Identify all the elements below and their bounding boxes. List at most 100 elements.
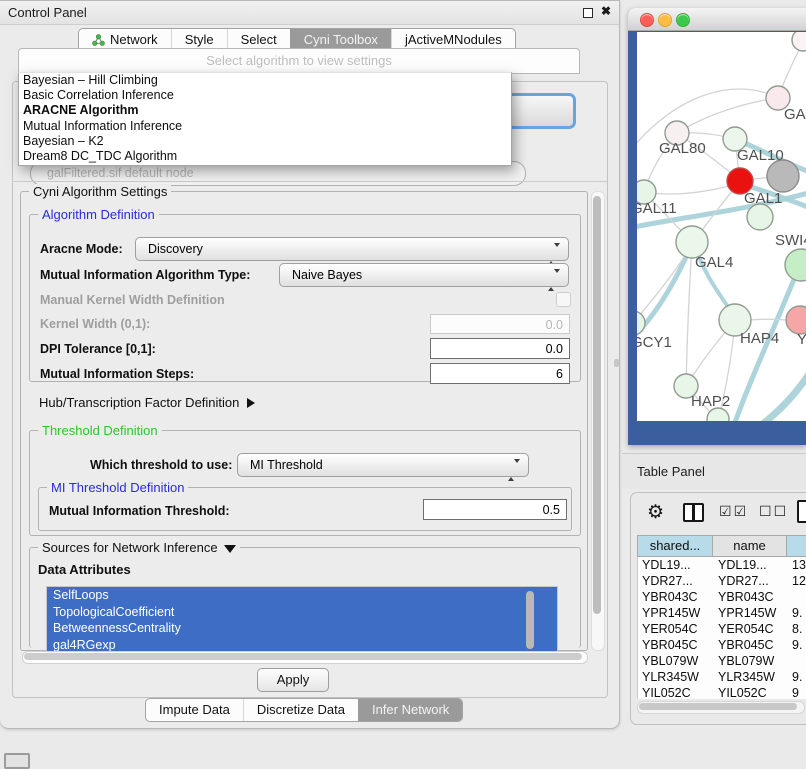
network-canvas[interactable]: GALGAL80GAL10GAL1GAL11GAL4SWI4GCY1HAP4YH… [637,32,806,421]
table-cell: YLR345W [638,669,714,685]
table-row[interactable]: YDR27...YDR27...12 [638,573,806,589]
which-threshold-combo[interactable]: MI Threshold [237,453,529,477]
sources-group-title[interactable]: Sources for Network Inference [38,540,240,555]
mi-type-combo[interactable]: Naive Bayes [279,263,569,287]
network-node-label: GAL [784,106,806,123]
mac-minimize-button[interactable] [658,13,672,27]
unchecked-box-icon: ☐ [759,503,774,519]
split-columns-icon[interactable] [683,503,704,522]
mi-steps-input[interactable]: 6 [430,363,570,384]
network-node-label: Y [797,331,806,348]
deselect-all-columns-icon[interactable]: ☐☐ [759,503,788,520]
settings-vertical-scrollbar[interactable] [591,191,605,651]
sources-group: Sources for Network Inference Data Attri… [29,547,581,648]
table-cell: 9. [788,637,806,653]
node-table: shared...name YDL19...YDL19...13YDR27...… [637,535,806,699]
gear-icon[interactable]: ⚙ [647,501,664,524]
expand-arrow-icon [247,398,255,408]
algorithm-option[interactable]: Bayesian – Hill Climbing [19,73,511,88]
minimized-panel-icon[interactable] [4,753,30,769]
kernel-width-input[interactable]: 0.0 [430,314,570,334]
network-node-label: HAP4 [740,330,779,347]
mac-zoom-button[interactable] [676,13,690,27]
network-node[interactable] [785,249,806,281]
mac-close-button[interactable] [640,13,654,27]
focused-combo-fragment[interactable] [506,93,576,129]
table-row[interactable]: YPR145WYPR145W9. [638,605,806,621]
collapse-arrow-icon [224,545,236,553]
table-row[interactable]: YBL079WYBL079W [638,653,806,669]
table-row[interactable]: YBR043CYBR043C [638,589,806,605]
table-row[interactable]: YLR345WYLR345W9. [638,669,806,685]
table-cell: YBL079W [714,653,788,669]
settings-horizontal-scrollbar[interactable] [22,651,588,664]
dpi-tolerance-input[interactable]: 0.0 [430,338,570,359]
aracne-mode-value: Discovery [148,242,203,256]
network-node[interactable] [792,32,806,51]
network-node[interactable] [747,204,773,230]
settings-top-divider [12,181,607,182]
aracne-mode-label: Aracne Mode: [40,242,123,256]
table-cell: YBR043C [714,589,788,605]
scrollbar-thumb[interactable] [24,653,582,660]
column-header[interactable] [787,535,806,557]
split-pane-handle[interactable] [614,359,619,367]
algorithm-definition-group: Algorithm Definition Aracne Mode: Discov… [29,214,581,382]
table-row[interactable]: YER054CYER054C8. [638,621,806,637]
scrollbar-thumb[interactable] [593,196,601,614]
data-attribute-item[interactable]: TopologicalCoefficient [47,604,557,621]
table-cell [788,589,806,605]
data-attribute-item[interactable]: SelfLoops [47,587,557,604]
network-node-label: GAL11 [637,200,677,217]
aracne-mode-combo[interactable]: Discovery [135,237,569,261]
table-cell: YLR345W [714,669,788,685]
algorithm-option[interactable]: Bayesian – K2 [19,134,511,149]
network-node[interactable] [637,311,645,335]
apply-button[interactable]: Apply [257,668,329,692]
mi-threshold-input[interactable]: 0.5 [423,499,567,520]
dpi-tolerance-label: DPI Tolerance [0,1]: [40,342,156,356]
network-node[interactable] [767,160,799,192]
network-edge [677,98,778,133]
data-attributes-label: Data Attributes [38,562,131,577]
tab-discretize-data[interactable]: Discretize Data [243,699,358,721]
algorithm-option[interactable]: Mutual Information Inference [19,119,511,134]
scrollbar-thumb[interactable] [639,703,797,710]
table-horizontal-scrollbar[interactable] [637,701,805,714]
document-icon[interactable] [797,500,806,523]
table-cell: YIL052C [638,685,714,699]
network-view-window: GALGAL80GAL10GAL1GAL11GAL4SWI4GCY1HAP4YH… [628,8,806,445]
cyni-settings-group: Cyni Algorithm Settings Algorithm Defini… [20,191,588,651]
network-edge [686,244,692,386]
manual-kernel-checkbox[interactable] [556,292,571,307]
table-cell: YBL079W [638,653,714,669]
column-header[interactable]: shared... [637,535,713,557]
close-icon[interactable]: ✖ [601,4,611,18]
table-row[interactable]: YDL19...YDL19...13 [638,557,806,573]
hub-definition-label: Hub/Transcription Factor Definition [39,395,239,410]
table-cell: YBR045C [714,637,788,653]
hub-definition-toggle[interactable]: Hub/Transcription Factor Definition [39,395,255,410]
table-toolbar: ⚙ ☑☑ ☐☐ [631,499,806,529]
algorithm-option[interactable]: Basic Correlation Inference [19,88,511,103]
combo-arrows-icon [548,269,560,291]
select-all-columns-icon[interactable]: ☑☑ [719,503,748,520]
table-row[interactable]: YIL052CYIL052C9 [638,685,806,699]
table-header-row: shared...name [637,535,806,557]
float-window-icon[interactable] [583,8,593,18]
tab-infer-network[interactable]: Infer Network [358,699,462,721]
tab-impute-data[interactable]: Impute Data [146,699,243,721]
network-node[interactable] [786,306,806,334]
kernel-width-label: Kernel Width (0,1): [40,317,150,331]
algorithm-option[interactable]: ARACNE Algorithm [19,103,511,118]
column-header[interactable]: name [713,535,787,557]
control-panel-window: Control Panel ✖ Network Style Select Cyn… [0,0,620,729]
cyni-mode-tabbar: Impute Data Discretize Data Infer Networ… [145,698,463,722]
which-threshold-label: Which threshold to use: [90,458,232,472]
network-edge [644,183,740,194]
data-attribute-item[interactable]: BetweennessCentrality [47,620,557,637]
algorithm-select-combo[interactable]: Select algorithm to view settings [18,48,580,74]
algorithm-option[interactable]: Dream8 DC_TDC Algorithm [19,149,511,164]
attributes-list-scrollbar[interactable] [526,591,534,649]
table-row[interactable]: YBR045CYBR045C9. [638,637,806,653]
